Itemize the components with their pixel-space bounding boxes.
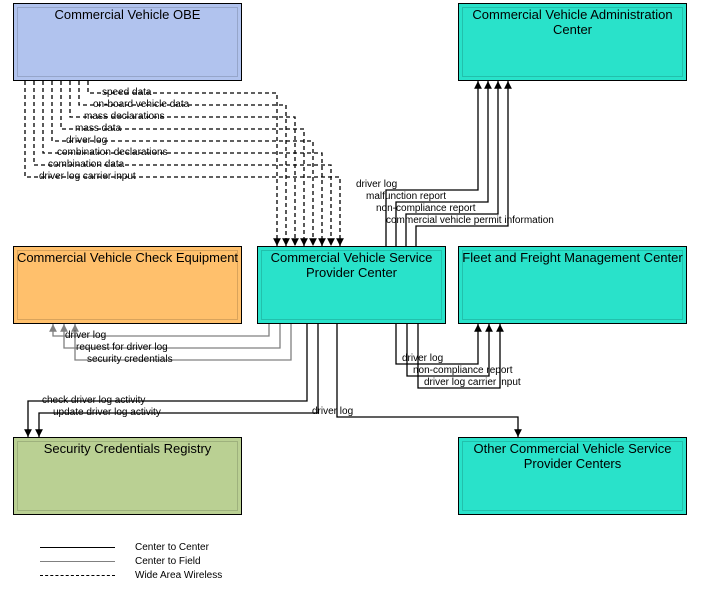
- flow-label-obe-1: combination data: [48, 160, 124, 170]
- node-fleet_mgmt[interactable]: Fleet and Freight Management Center: [458, 246, 687, 324]
- flow-label-obe-3: driver log: [66, 136, 107, 146]
- diagram-canvas: Center to Center Center to Field Wide Ar…: [0, 0, 701, 590]
- legend-label-c2c: Center to Center: [135, 542, 209, 553]
- flow-label-obe-0: driver log carrier input: [39, 172, 136, 182]
- flow-label-fleet-1: non-compliance report: [413, 366, 513, 376]
- flow-label-obe-2: combination declarations: [57, 148, 168, 158]
- legend-label-waw: Wide Area Wireless: [135, 570, 222, 581]
- flow-label-obe-6: on-board vehicle data: [93, 100, 189, 110]
- legend-line-waw: [40, 575, 115, 576]
- node-other_prov[interactable]: Other Commercial Vehicle Service Provide…: [458, 437, 687, 515]
- flow-label-admin-2: non-compliance report: [376, 204, 476, 214]
- legend-line-c2c: [40, 547, 115, 548]
- flow-label-sec-1: update driver log activity: [53, 408, 161, 418]
- flow-label-check-1: request for driver log: [76, 343, 168, 353]
- node-cv_svc_prov[interactable]: Commercial Vehicle Service Provider Cent…: [257, 246, 446, 324]
- node-cv_check[interactable]: Commercial Vehicle Check Equipment: [13, 246, 242, 324]
- flow-label-obe-7: speed data: [102, 88, 152, 98]
- flow-label-admin-1: malfunction report: [366, 192, 446, 202]
- flow-label-admin-0: driver log: [356, 180, 397, 190]
- flow-label-obe-4: mass data: [75, 124, 121, 134]
- flow-label-obe-5: mass declarations: [84, 112, 165, 122]
- flow-label-check-2: security credentials: [87, 355, 173, 365]
- node-sec_cred[interactable]: Security Credentials Registry: [13, 437, 242, 515]
- flow-label-admin-3: commercial vehicle permit information: [386, 216, 554, 226]
- legend: Center to Center Center to Field Wide Ar…: [40, 540, 222, 582]
- flow-label-check-0: driver log: [65, 331, 106, 341]
- flow-label-other-0: driver log: [312, 407, 353, 417]
- node-cv_admin[interactable]: Commercial Vehicle Administration Center: [458, 3, 687, 81]
- legend-label-c2f: Center to Field: [135, 556, 201, 567]
- flow-label-fleet-2: driver log carrier input: [424, 378, 521, 388]
- flow-label-fleet-0: driver log: [402, 354, 443, 364]
- legend-line-c2f: [40, 561, 115, 562]
- flow-label-sec-0: check driver log activity: [42, 396, 145, 406]
- node-cv_obe[interactable]: Commercial Vehicle OBE: [13, 3, 242, 81]
